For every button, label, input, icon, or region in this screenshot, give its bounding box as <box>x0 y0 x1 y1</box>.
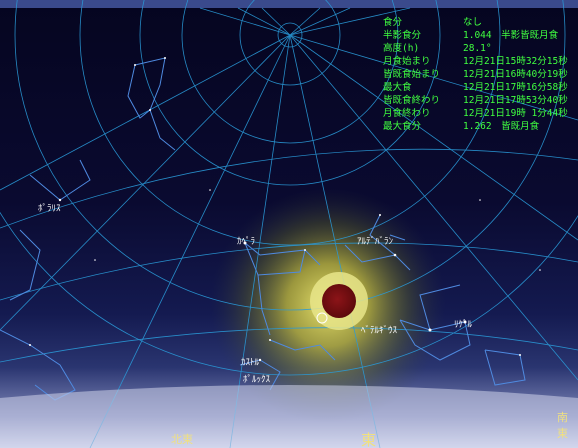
info-row: 月食終わり 12月21日19時 1分44秒 <box>383 105 568 119</box>
info-key: 皆既食終わり <box>383 95 441 106</box>
info-key: 半影食分 <box>383 30 422 41</box>
info-key: 最大食 <box>383 82 412 93</box>
planetarium-view[interactable]: { "info_panel": { "rows": [ {"key": "食分"… <box>0 0 578 448</box>
horizon <box>0 385 578 448</box>
info-row: 高度(h) 28.1° <box>383 40 492 54</box>
info-key: 月食始まり <box>383 56 431 67</box>
info-key: 最大食分 <box>383 121 422 132</box>
info-row: 月食始まり 12月21日15時32分15秒 <box>383 53 568 67</box>
compass-northeast: 北東 <box>171 433 193 446</box>
info-key: 食分 <box>383 17 403 28</box>
star-label-rigel[interactable]: ﾘｹﾞﾙ <box>454 317 472 330</box>
info-row: 最大食分 1.262 皆既月食 <box>383 118 539 132</box>
star-label-polaris[interactable]: ﾎﾟﾗﾘｽ <box>38 201 61 214</box>
info-key: 月食終わり <box>383 108 431 119</box>
info-key: 皆既食始まり <box>383 69 441 80</box>
info-row: 皆既食始まり 12月21日16時40分19秒 <box>383 66 568 80</box>
compass-southeast: 南東 <box>557 411 568 440</box>
info-row: 最大食 12月21日17時16分58秒 <box>383 79 568 93</box>
info-key: 高度(h) <box>383 43 420 54</box>
compass-east: 東 <box>361 431 377 448</box>
eclipsed-moon[interactable] <box>322 284 356 318</box>
star-label-betelgeuse[interactable]: ﾍﾞﾃﾙｷﾞｳｽ <box>361 323 397 336</box>
info-value: 1.262 皆既月食 <box>463 121 540 132</box>
info-row: 食分 なし <box>383 14 482 28</box>
info-row: 皆既食終わり 12月21日17時53分40秒 <box>383 92 568 106</box>
star-label-aldebaran[interactable]: ｱﾙﾃﾞﾊﾞﾗﾝ <box>357 234 393 247</box>
star-label-castor[interactable]: ｶｽﾄﾙ <box>241 355 259 368</box>
star-label-capella[interactable]: ｶﾍﾟﾗ <box>237 234 255 247</box>
star-label-pollux[interactable]: ﾎﾟﾙｯｸｽ <box>243 372 270 385</box>
info-row: 半影食分 1.044 半影皆既月食 <box>383 27 558 41</box>
